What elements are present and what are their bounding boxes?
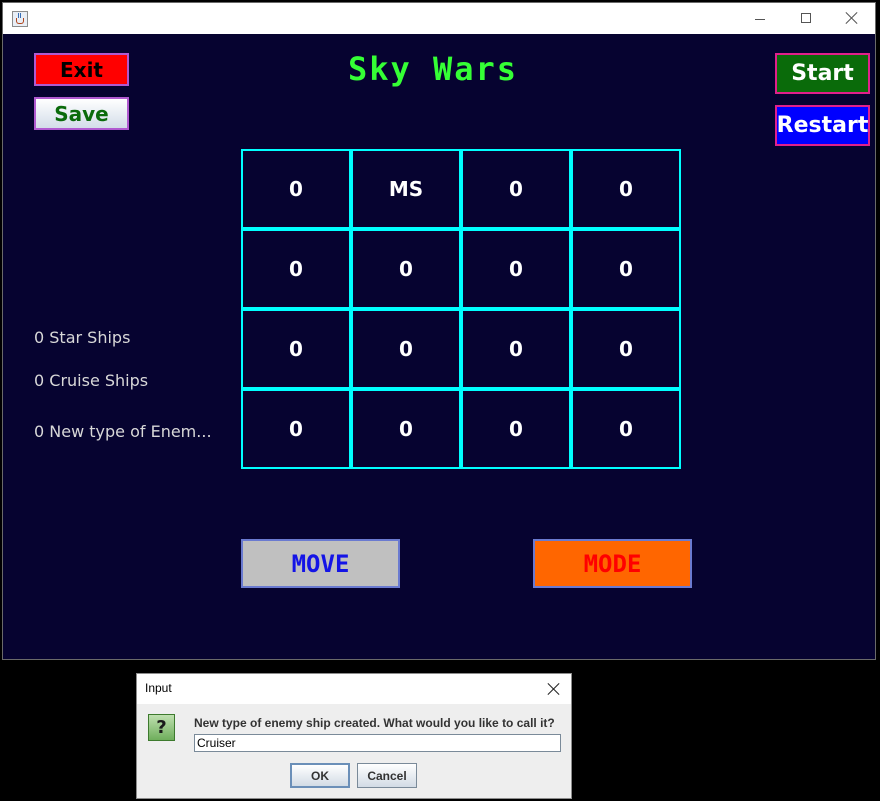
exit-button[interactable]: Exit (34, 53, 129, 86)
grid-cell[interactable]: 0 (461, 149, 571, 229)
save-button[interactable]: Save (34, 97, 129, 130)
new-type-enemy-count: 0 New type of Enem... (34, 422, 212, 441)
grid-cell[interactable]: 0 (571, 149, 681, 229)
grid-cell[interactable]: MS (351, 149, 461, 229)
start-button[interactable]: Start (775, 53, 870, 94)
title-bar[interactable] (3, 3, 875, 34)
maximize-icon (801, 13, 811, 23)
ship-name-input[interactable] (194, 734, 561, 752)
move-button[interactable]: MOVE (241, 539, 400, 588)
game-panel: Exit Save Sky Wars Start Restart 0 MS 0 0 0 0… (3, 34, 875, 659)
close-icon (548, 683, 560, 695)
dialog-title-bar[interactable]: Input (137, 674, 571, 704)
ok-button[interactable]: OK (290, 763, 350, 788)
star-ships-count: 0 Star Ships (34, 328, 131, 347)
grid-cell[interactable]: 0 (351, 389, 461, 469)
cruise-ships-count: 0 Cruise Ships (34, 371, 149, 390)
grid-cell[interactable]: 0 (461, 389, 571, 469)
dialog-title: Input (145, 681, 172, 695)
maximize-button[interactable] (783, 3, 829, 34)
dialog-body: ? New type of enemy ship created. What w… (137, 704, 571, 798)
close-icon (846, 12, 858, 24)
grid-cell[interactable]: 0 (241, 229, 351, 309)
grid-cell[interactable]: 0 (571, 309, 681, 389)
grid-cell[interactable]: 0 (241, 149, 351, 229)
input-dialog: Input ? New type of enemy ship created. … (136, 673, 572, 799)
main-window: Exit Save Sky Wars Start Restart 0 MS 0 0 0 0… (2, 2, 876, 660)
cancel-button[interactable]: Cancel (357, 763, 417, 788)
grid-cell[interactable]: 0 (351, 309, 461, 389)
restart-button[interactable]: Restart (775, 105, 870, 146)
java-cup-icon (12, 11, 28, 27)
dialog-close-button[interactable] (542, 677, 566, 701)
grid-cell[interactable]: 0 (571, 389, 681, 469)
minimize-button[interactable] (737, 3, 783, 34)
grid-cell[interactable]: 0 (241, 389, 351, 469)
game-title: Sky Wars (347, 50, 519, 88)
minimize-icon (755, 19, 765, 20)
game-grid: 0 MS 0 0 0 0 0 0 0 0 0 0 0 0 0 0 (241, 149, 681, 469)
mode-button[interactable]: MODE (533, 539, 692, 588)
grid-cell[interactable]: 0 (461, 309, 571, 389)
grid-cell[interactable]: 0 (461, 229, 571, 309)
dialog-message: New type of enemy ship created. What wou… (194, 716, 555, 730)
question-icon: ? (148, 714, 175, 741)
grid-cell[interactable]: 0 (241, 309, 351, 389)
grid-cell[interactable]: 0 (571, 229, 681, 309)
close-button[interactable] (829, 3, 875, 34)
grid-cell[interactable]: 0 (351, 229, 461, 309)
